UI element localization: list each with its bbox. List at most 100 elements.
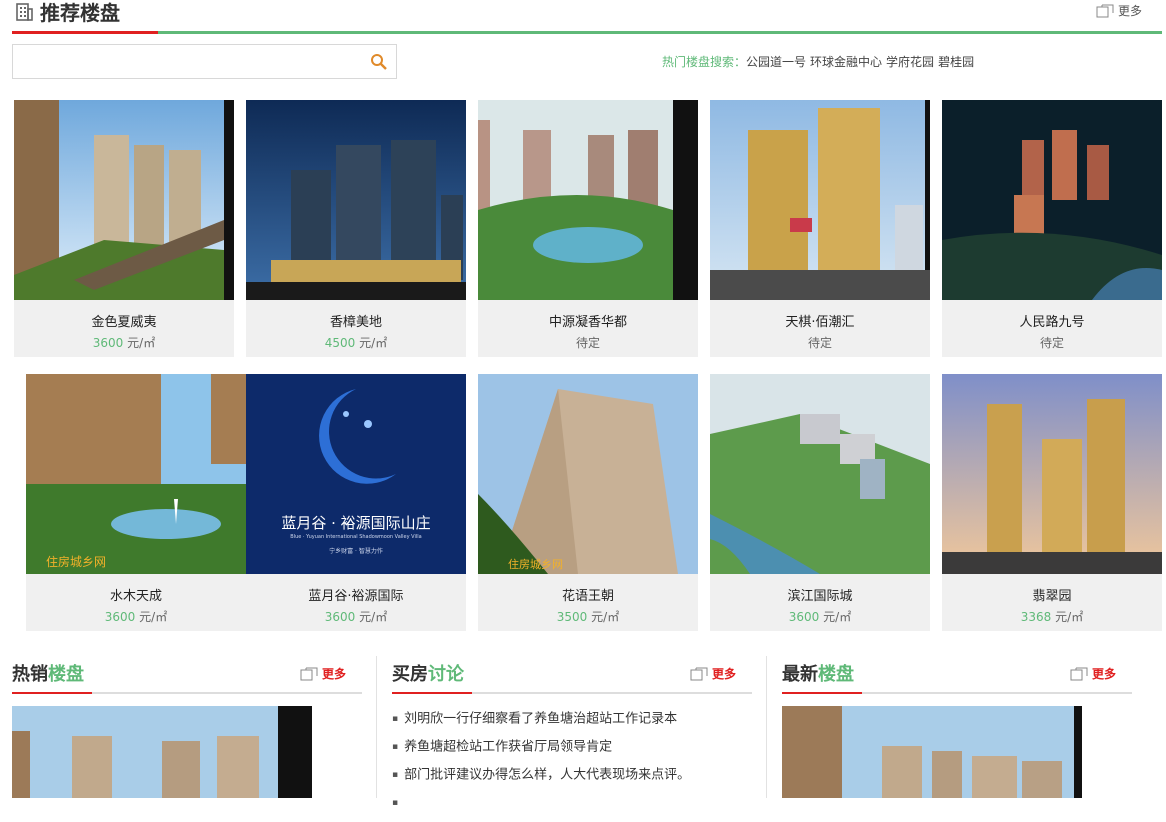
newest-listing-photo[interactable] <box>782 706 1082 798</box>
listing-photo[interactable] <box>478 100 698 300</box>
listing-status: 待定 <box>1039 336 1064 350</box>
discussion-section: 买房讨论 更多 <box>392 660 752 700</box>
section-divider-accent <box>782 692 862 694</box>
more-link[interactable]: 更多 <box>300 665 346 682</box>
hot-listings-section: 热销楼盘 更多 <box>12 660 362 700</box>
section-title-a: 买房 <box>392 664 428 685</box>
price-unit: 元/㎡ <box>139 610 168 624</box>
price-unit: 元/㎡ <box>359 610 388 624</box>
discussion-item[interactable]: 刘明欣一行仔细察看了养鱼塘治超站工作记录本 <box>392 710 752 738</box>
price-value: 3500 <box>556 610 588 624</box>
section-title-b: 讨论 <box>428 664 464 685</box>
more-icon <box>1096 4 1114 17</box>
section-divider-accent <box>12 692 92 694</box>
hot-listing-photo[interactable] <box>12 706 312 798</box>
listing-card[interactable]: 金色夏威夷 3600 元/㎡ <box>14 100 234 357</box>
listing-name[interactable]: 蓝月谷·裕源国际 <box>246 585 466 604</box>
listing-card[interactable]: 人民路九号 待定 <box>942 100 1162 357</box>
hot-search-link[interactable]: 学府花园 <box>886 55 934 69</box>
section-title-b: 楼盘 <box>818 664 854 685</box>
listing-name[interactable]: 翡翠园 <box>942 585 1162 604</box>
listing-photo[interactable]: 住房城乡网 <box>478 374 698 574</box>
more-label: 更多 <box>1117 4 1142 18</box>
listing-name[interactable]: 天棋·佰潮汇 <box>710 311 930 330</box>
listing-price: 3368 元/㎡ <box>942 608 1162 625</box>
price-value: 3600 <box>788 610 820 624</box>
listing-card[interactable]: 住房城乡网 花语王朝 3500 元/㎡ <box>478 374 698 631</box>
listing-photo[interactable] <box>14 100 234 300</box>
price-value: 3600 <box>324 610 356 624</box>
listing-price: 4500 元/㎡ <box>246 334 466 351</box>
header-divider-accent <box>12 31 158 34</box>
search-icon[interactable] <box>370 53 388 71</box>
poster-subtitle: Blue · Yuyuan International Shadowmoon V… <box>290 534 422 540</box>
listing-photo[interactable]: 蓝月谷 · 裕源国际山庄 Blue · Yuyuan International… <box>246 374 466 574</box>
section-divider-accent <box>392 692 472 694</box>
listing-card[interactable]: 蓝月谷 · 裕源国际山庄 Blue · Yuyuan International… <box>246 374 466 631</box>
price-value: 4500 <box>324 336 356 350</box>
listing-photo[interactable] <box>710 374 930 574</box>
price-value: 3600 <box>104 610 136 624</box>
price-value: 3600 <box>92 336 124 350</box>
price-unit: 元/㎡ <box>591 610 620 624</box>
discussion-item[interactable] <box>392 794 752 822</box>
listing-photo[interactable] <box>942 374 1162 574</box>
listing-name[interactable]: 金色夏威夷 <box>14 311 234 330</box>
more-link[interactable]: 更多 <box>1070 665 1116 682</box>
listing-card[interactable]: 翡翠园 3368 元/㎡ <box>942 374 1162 631</box>
section-title-a: 热销 <box>12 664 48 685</box>
search-input[interactable] <box>19 45 363 78</box>
hot-search-label: 热门楼盘搜索： <box>662 55 747 69</box>
price-unit: 元/㎡ <box>127 336 156 350</box>
listing-card[interactable]: 香樟美地 4500 元/㎡ <box>246 100 466 357</box>
hot-search-link[interactable]: 公园道一号 <box>746 55 806 69</box>
listing-card[interactable]: 住房城乡网 水木天成 3600 元/㎡ <box>26 374 246 631</box>
more-label: 更多 <box>711 667 736 681</box>
listing-photo[interactable] <box>246 100 466 300</box>
listing-status: 待定 <box>575 336 600 350</box>
listing-name[interactable]: 滨江国际城 <box>710 585 930 604</box>
more-icon <box>300 667 318 680</box>
listing-price: 3600 元/㎡ <box>14 334 234 351</box>
listing-card[interactable]: 滨江国际城 3600 元/㎡ <box>710 374 930 631</box>
more-link[interactable]: 更多 <box>690 665 736 682</box>
price-unit: 元/㎡ <box>823 610 852 624</box>
more-label: 更多 <box>321 667 346 681</box>
svg-text:住房城乡网: 住房城乡网 <box>508 557 563 571</box>
poster-slogan: 宁乡财富 · 智慧力作 <box>329 548 383 555</box>
listing-card[interactable]: 天棋·佰潮汇 待定 <box>710 100 930 357</box>
listing-price: 3500 元/㎡ <box>478 608 698 625</box>
search-box <box>12 44 397 79</box>
discussion-item[interactable]: 部门批评建议办得怎么样，人大代表现场来点评。 <box>392 766 752 794</box>
discussion-list: 刘明欣一行仔细察看了养鱼塘治超站工作记录本 养鱼塘超检站工作获省厅局领导肯定 部… <box>392 710 752 822</box>
section-title-a: 最新 <box>782 664 818 685</box>
hot-search-link[interactable]: 碧桂园 <box>938 55 974 69</box>
listing-price: 3600 元/㎡ <box>26 608 246 625</box>
more-icon <box>1070 667 1088 680</box>
listing-price: 3600 元/㎡ <box>710 608 930 625</box>
listing-card[interactable]: 中源凝香华都 待定 <box>478 100 698 357</box>
listing-name[interactable]: 中源凝香华都 <box>478 311 698 330</box>
price-value: 3368 <box>1020 610 1052 624</box>
section-title-b: 楼盘 <box>48 664 84 685</box>
discussion-item[interactable]: 养鱼塘超检站工作获省厅局领导肯定 <box>392 738 752 766</box>
listing-photo[interactable] <box>710 100 930 300</box>
newest-listings-section: 最新楼盘 更多 <box>782 660 1132 700</box>
listing-name[interactable]: 花语王朝 <box>478 585 698 604</box>
listing-photo[interactable]: 住房城乡网 <box>26 374 246 574</box>
building-icon <box>16 3 33 21</box>
listing-name[interactable]: 水木天成 <box>26 585 246 604</box>
listing-status: 待定 <box>807 336 832 350</box>
more-link[interactable]: 更多 <box>1096 2 1142 19</box>
column-divider <box>766 656 767 798</box>
listing-name[interactable]: 香樟美地 <box>246 311 466 330</box>
hot-search-link[interactable]: 环球金融中心 <box>810 55 882 69</box>
column-divider <box>376 656 377 798</box>
header-divider <box>12 31 1162 34</box>
listing-photo[interactable] <box>942 100 1162 300</box>
poster-title: 蓝月谷 · 裕源国际山庄 <box>281 514 431 532</box>
svg-text:住房城乡网: 住房城乡网 <box>46 554 106 569</box>
listing-name[interactable]: 人民路九号 <box>942 311 1162 330</box>
more-label: 更多 <box>1091 667 1116 681</box>
listing-price: 3600 元/㎡ <box>246 608 466 625</box>
